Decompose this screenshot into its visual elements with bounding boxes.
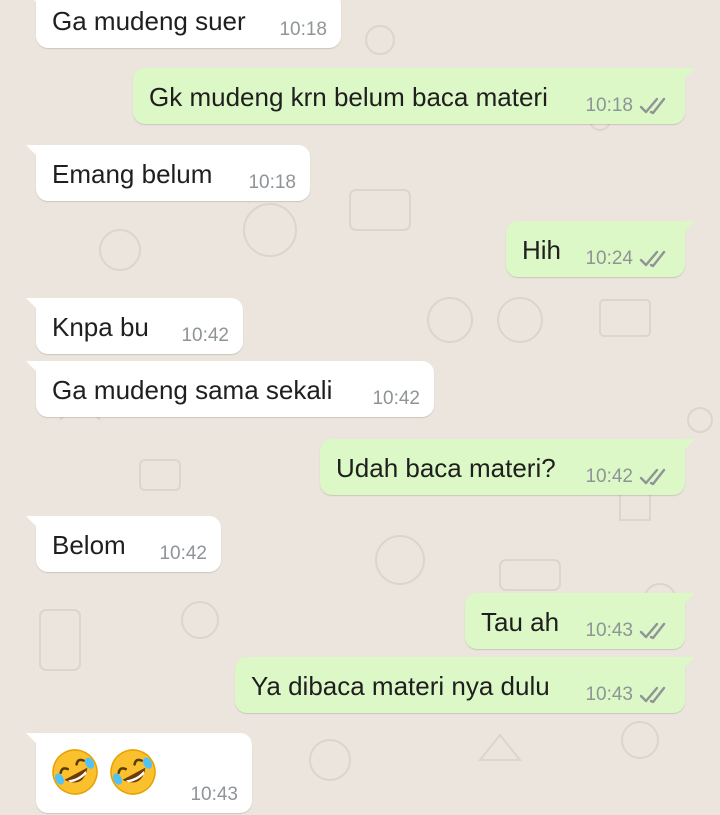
rolling-on-floor-laughing-emoji-icon — [110, 749, 157, 795]
message-text: Belom — [52, 530, 126, 560]
emoji-group — [50, 747, 162, 797]
message-bubble-incoming[interactable]: Knpa bu 10:42 — [26, 298, 243, 354]
message-meta: 10:18 — [279, 19, 327, 41]
message-time: 10:43 — [190, 784, 238, 805]
message-text: Ya dibaca materi nya dulu — [251, 671, 550, 701]
message-meta: 10:43 — [585, 620, 671, 642]
message-bubble-outgoing[interactable]: Udah baca materi? 10:42 — [320, 439, 695, 495]
message-text: Tau ah — [481, 607, 560, 637]
message-text: Udah baca materi? — [336, 453, 556, 483]
message-time: 10:24 — [585, 248, 633, 269]
message-time: 10:42 — [181, 325, 229, 346]
message-bubble-incoming[interactable]: Ga mudeng suer 10:18 — [26, 0, 341, 48]
message-meta: 10:43 — [585, 684, 671, 706]
message-time: 10:42 — [585, 466, 633, 487]
message-text: Emang belum — [52, 159, 213, 189]
message-bubble-outgoing[interactable]: Hih 10:24 — [506, 221, 695, 277]
message-bubble-outgoing[interactable]: Gk mudeng krn belum baca materi 10:18 — [133, 68, 695, 124]
message-bubble-incoming[interactable]: 10:43 — [26, 733, 252, 813]
message-time: 10:43 — [585, 620, 633, 641]
message-text: Hih — [522, 235, 562, 265]
message-bubble-incoming[interactable]: Belom 10:42 — [26, 516, 221, 572]
double-check-icon — [639, 468, 666, 486]
message-meta: 10:24 — [585, 248, 671, 270]
message-meta: 10:42 — [181, 325, 229, 347]
message-time: 10:42 — [159, 543, 207, 564]
message-meta: 10:42 — [372, 388, 420, 410]
message-text: Gk mudeng krn belum baca materi — [149, 82, 548, 112]
rolling-on-floor-laughing-emoji-icon — [52, 749, 98, 795]
message-bubble-outgoing[interactable]: Tau ah 10:43 — [465, 593, 695, 649]
message-meta: 10:18 — [248, 172, 296, 194]
message-bubble-incoming[interactable]: Ga mudeng sama sekali 10:42 — [26, 361, 434, 417]
message-time: 10:43 — [585, 684, 633, 705]
message-text: Ga mudeng sama sekali — [52, 375, 333, 405]
message-text: Knpa bu — [52, 312, 149, 342]
message-meta: 10:42 — [159, 543, 207, 565]
message-time: 10:42 — [372, 388, 420, 409]
message-time: 10:18 — [279, 19, 327, 40]
message-bubble-outgoing[interactable]: Ya dibaca materi nya dulu 10:43 — [235, 657, 695, 713]
double-check-icon — [639, 97, 666, 115]
message-meta: 10:43 — [190, 784, 238, 806]
message-time: 10:18 — [585, 95, 633, 116]
double-check-icon — [639, 622, 666, 640]
message-text: Ga mudeng suer — [52, 6, 246, 36]
message-meta: 10:42 — [585, 466, 671, 488]
double-check-icon — [639, 686, 666, 704]
double-check-icon — [639, 250, 666, 268]
message-meta: 10:18 — [585, 95, 671, 117]
message-bubble-incoming[interactable]: Emang belum 10:18 — [26, 145, 310, 201]
message-time: 10:18 — [248, 172, 296, 193]
